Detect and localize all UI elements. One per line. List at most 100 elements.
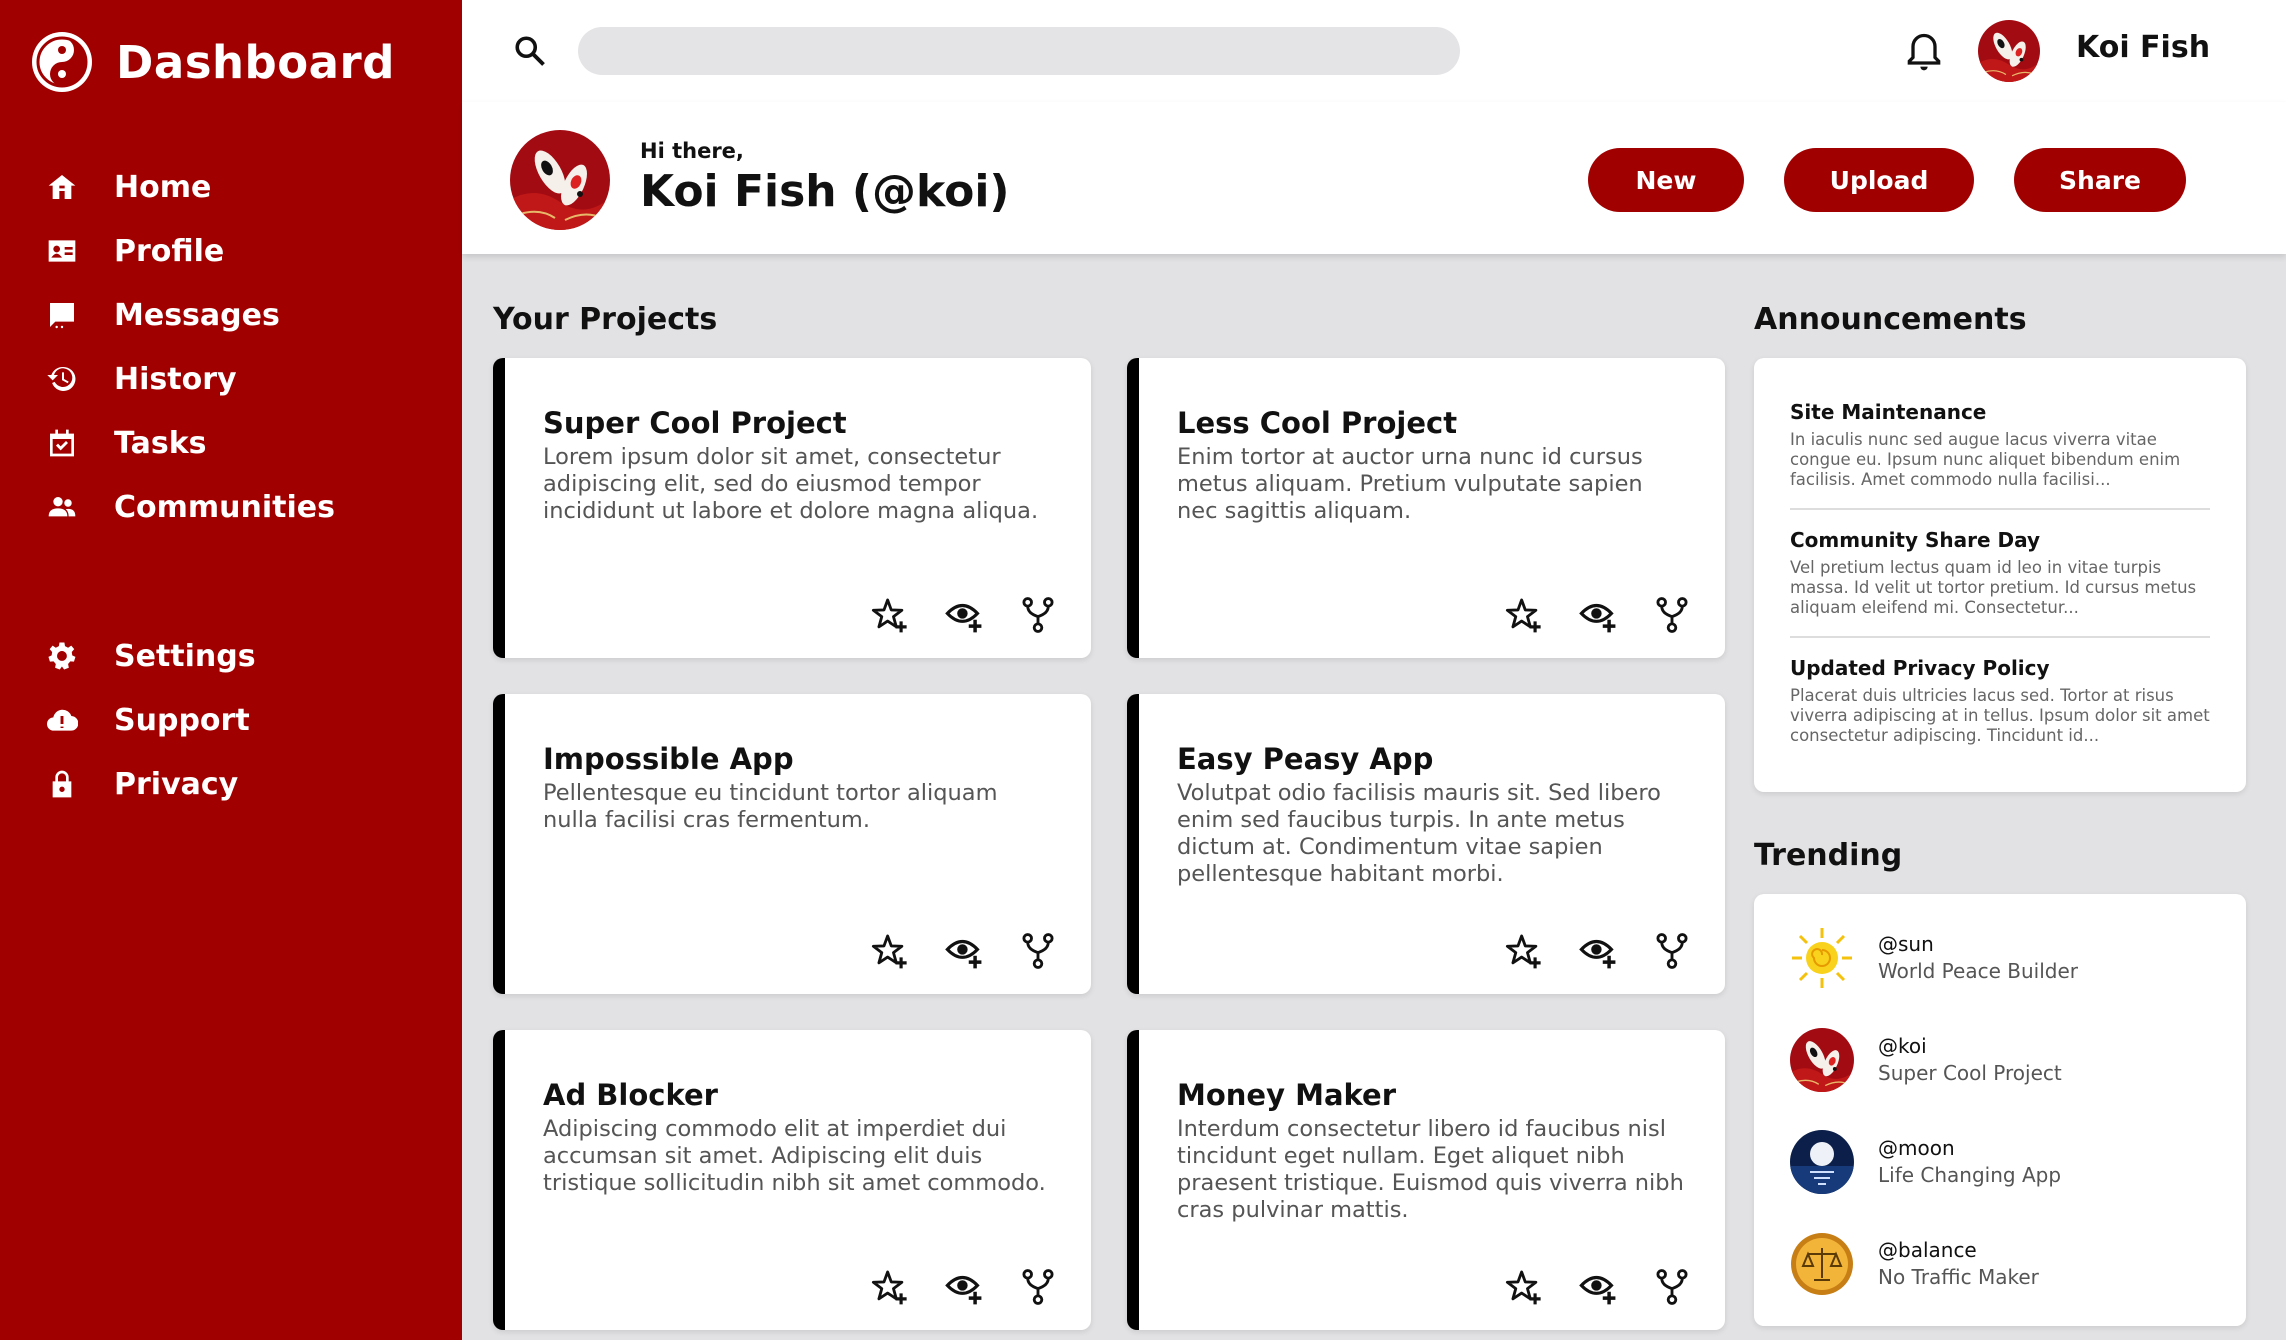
star-add-icon[interactable]	[871, 596, 909, 634]
projects-title: Your Projects	[493, 302, 718, 337]
secondary-nav: Settings Support Privacy	[0, 624, 462, 816]
trending-item[interactable]: @sun World Peace Builder	[1790, 926, 2210, 992]
sidebar: Dashboard Home Profile Messages History	[0, 0, 462, 1340]
project-description: Adipiscing commodo elit at imperdiet dui…	[543, 1116, 1046, 1196]
nav-item-support[interactable]: Support	[0, 688, 462, 752]
nav-label: Communities	[114, 489, 335, 525]
bell-icon[interactable]	[1902, 30, 1946, 74]
nav-item-profile[interactable]: Profile	[0, 219, 462, 283]
nav-label: Home	[114, 169, 212, 205]
announcement-item[interactable]: Updated Privacy Policy Placerat duis ult…	[1790, 656, 2212, 746]
project-title[interactable]: Money Maker	[1177, 1078, 1396, 1112]
trending-subtitle: World Peace Builder	[1878, 959, 2078, 983]
project-description: Enim tortor at auctor urna nunc id cursu…	[1177, 444, 1643, 524]
project-card[interactable]: Money Maker Interdum consectetur libero i…	[1127, 1030, 1725, 1330]
announcements-panel: Site Maintenance In iaculis nunc sed aug…	[1754, 358, 2246, 792]
yin-yang-logo-icon	[30, 30, 94, 94]
nav-label: Profile	[114, 233, 225, 269]
project-description: Volutpat odio facilisis mauris sit. Sed …	[1177, 780, 1661, 887]
announcement-body: In iaculis nunc sed augue lacus viverra …	[1790, 430, 2181, 489]
profile-avatar	[510, 130, 610, 230]
star-add-icon[interactable]	[1505, 1268, 1543, 1306]
trending-subtitle: No Traffic Maker	[1878, 1265, 2039, 1289]
project-card[interactable]: Less Cool Project Enim tortor at auctor u…	[1127, 358, 1725, 658]
watch-add-icon[interactable]	[1579, 1268, 1617, 1306]
trending-panel: @sun World Peace Builder @koi Super Cool…	[1754, 894, 2246, 1326]
support-icon	[44, 702, 80, 738]
new-button[interactable]: New	[1588, 148, 1744, 212]
nav-item-home[interactable]: Home	[0, 155, 462, 219]
project-card[interactable]: Easy Peasy App Volutpat odio facilisis ma…	[1127, 694, 1725, 994]
project-card[interactable]: Impossible App Pellentesque eu tincidunt …	[493, 694, 1091, 994]
fork-icon[interactable]	[1019, 1268, 1057, 1306]
project-actions	[1505, 596, 1691, 634]
user-avatar[interactable]	[1978, 20, 2040, 82]
nav-label: History	[114, 361, 237, 397]
message-icon	[44, 297, 80, 333]
trending-handle: @sun	[1878, 932, 1934, 956]
watch-add-icon[interactable]	[1579, 596, 1617, 634]
project-actions	[1505, 932, 1691, 970]
nav-label: Settings	[114, 638, 256, 674]
nav-item-privacy[interactable]: Privacy	[0, 752, 462, 816]
project-title[interactable]: Ad Blocker	[543, 1078, 718, 1112]
divider	[1790, 636, 2210, 638]
project-title[interactable]: Less Cool Project	[1177, 406, 1457, 440]
search-input[interactable]	[578, 27, 1460, 75]
announcement-body: Vel pretium lectus quam id leo in vitae …	[1790, 558, 2197, 617]
user-name[interactable]: Koi Fish	[2076, 30, 2210, 65]
project-title[interactable]: Impossible App	[543, 742, 794, 776]
nav-item-tasks[interactable]: Tasks	[0, 411, 462, 475]
profile-card-icon	[44, 233, 80, 269]
fork-icon[interactable]	[1653, 932, 1691, 970]
share-button[interactable]: Share	[2014, 148, 2186, 212]
koi-avatar-icon	[1790, 1028, 1854, 1092]
nav-label: Privacy	[114, 766, 239, 802]
nav-item-history[interactable]: History	[0, 347, 462, 411]
project-card[interactable]: Super Cool Project Lorem ipsum dolor sit …	[493, 358, 1091, 658]
announcement-item[interactable]: Community Share Day Vel pretium lectus q…	[1790, 528, 2212, 618]
trending-item[interactable]: @moon Life Changing App	[1790, 1130, 2210, 1196]
watch-add-icon[interactable]	[945, 932, 983, 970]
sun-avatar-icon	[1790, 926, 1854, 990]
project-title[interactable]: Easy Peasy App	[1177, 742, 1433, 776]
trending-subtitle: Super Cool Project	[1878, 1061, 2062, 1085]
project-card[interactable]: Ad Blocker Adipiscing commodo elit at imp…	[493, 1030, 1091, 1330]
project-actions	[871, 596, 1057, 634]
watch-add-icon[interactable]	[945, 596, 983, 634]
project-actions	[1505, 1268, 1691, 1306]
star-add-icon[interactable]	[871, 932, 909, 970]
announcements-title: Announcements	[1754, 302, 2027, 337]
moon-avatar-icon	[1790, 1130, 1854, 1194]
watch-add-icon[interactable]	[1579, 932, 1617, 970]
star-add-icon[interactable]	[1505, 932, 1543, 970]
profile-name: Koi Fish (@koi)	[640, 166, 1010, 217]
upload-button[interactable]: Upload	[1784, 148, 1974, 212]
trending-item[interactable]: @balance No Traffic Maker	[1790, 1232, 2210, 1298]
trending-title: Trending	[1754, 838, 1903, 873]
fork-icon[interactable]	[1019, 596, 1057, 634]
fork-icon[interactable]	[1019, 932, 1057, 970]
gear-icon	[44, 638, 80, 674]
nav-item-communities[interactable]: Communities	[0, 475, 462, 539]
nav-item-messages[interactable]: Messages	[0, 283, 462, 347]
trending-item[interactable]: @koi Super Cool Project	[1790, 1028, 2210, 1094]
nav-item-settings[interactable]: Settings	[0, 624, 462, 688]
nav-label: Messages	[114, 297, 280, 333]
fork-icon[interactable]	[1653, 596, 1691, 634]
project-title[interactable]: Super Cool Project	[543, 406, 847, 440]
fork-icon[interactable]	[1653, 1268, 1691, 1306]
announcement-title: Community Share Day	[1790, 528, 2041, 552]
star-add-icon[interactable]	[1505, 596, 1543, 634]
star-add-icon[interactable]	[871, 1268, 909, 1306]
announcement-title: Updated Privacy Policy	[1790, 656, 2050, 680]
project-description: Lorem ipsum dolor sit amet, consectetur …	[543, 444, 1039, 524]
watch-add-icon[interactable]	[945, 1268, 983, 1306]
balance-avatar-icon	[1790, 1232, 1854, 1296]
topbar: Koi Fish	[462, 0, 2286, 102]
brand[interactable]: Dashboard	[30, 30, 395, 94]
search-icon[interactable]	[512, 33, 548, 69]
announcement-item[interactable]: Site Maintenance In iaculis nunc sed aug…	[1790, 400, 2212, 490]
project-description: Interdum consectetur libero id faucibus …	[1177, 1116, 1684, 1223]
divider	[1790, 508, 2210, 510]
